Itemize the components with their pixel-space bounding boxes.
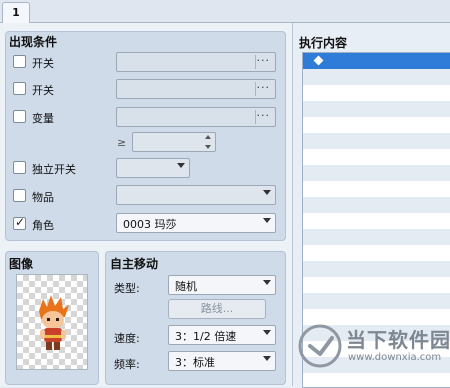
frequency-value: 3：标准 (175, 356, 215, 369)
speed-value: 3：1/2 倍速 (175, 330, 237, 343)
movement-type-select[interactable]: 随机 (168, 275, 276, 295)
diamond-icon (313, 55, 324, 66)
list-item[interactable] (303, 277, 450, 293)
switch1-selector[interactable]: ··· (116, 52, 276, 72)
spin-down-icon[interactable] (205, 145, 211, 149)
chevron-down-icon (263, 218, 271, 223)
tab-1[interactable]: 1 (2, 2, 30, 23)
list-item[interactable] (303, 261, 450, 277)
frequency-select[interactable]: 3：标准 (168, 351, 276, 371)
actor-select[interactable]: 0003 玛莎 (116, 213, 276, 233)
list-item[interactable] (303, 293, 450, 309)
list-item[interactable] (303, 229, 450, 245)
item-checkbox[interactable] (13, 189, 26, 202)
self-switch-select[interactable] (116, 158, 190, 178)
actor-select-value: 0003 玛莎 (123, 218, 177, 231)
list-item[interactable] (303, 213, 450, 229)
list-item[interactable] (303, 197, 450, 213)
list-item[interactable] (303, 133, 450, 149)
variable-checkbox[interactable] (13, 110, 26, 123)
self-switch-label: 独立开关 (32, 163, 76, 176)
character-sprite (39, 295, 69, 350)
chevron-down-icon (263, 330, 271, 335)
downxia-logo-icon (298, 324, 342, 368)
appearance-conditions-title: 出现条件 (9, 35, 58, 49)
chevron-down-icon (263, 280, 271, 285)
list-item[interactable] (303, 85, 450, 101)
switch2-checkbox[interactable] (13, 82, 26, 95)
movement-type-label: 类型: (114, 282, 140, 295)
switch1-label: 开关 (32, 57, 54, 70)
list-item[interactable] (303, 149, 450, 165)
movement-type-value: 随机 (175, 280, 197, 293)
speed-label: 速度: (114, 332, 140, 345)
speed-select[interactable]: 3：1/2 倍速 (168, 325, 276, 345)
chevron-down-icon (177, 163, 185, 168)
character-image-preview[interactable] (16, 274, 88, 370)
item-label: 物品 (32, 191, 54, 204)
greater-equal-symbol: ≥ (117, 136, 127, 149)
list-item[interactable] (303, 165, 450, 181)
execution-title: 执行内容 (299, 36, 348, 50)
ellipsis-icon: ··· (256, 81, 270, 94)
execution-row-selected[interactable] (303, 53, 450, 69)
ellipsis-icon: ··· (256, 54, 270, 67)
self-switch-checkbox[interactable] (13, 161, 26, 174)
tab-strip (0, 0, 450, 23)
list-item[interactable] (303, 69, 450, 85)
actor-checkbox[interactable] (13, 215, 26, 230)
chevron-down-icon (263, 190, 271, 195)
switch1-checkbox[interactable] (13, 55, 26, 68)
list-item[interactable] (303, 117, 450, 133)
watermark: 当下软件园 www.downxia.com (298, 318, 450, 374)
autonomous-movement-title: 自主移动 (110, 257, 159, 271)
watermark-url: www.downxia.com (348, 352, 442, 363)
switch2-label: 开关 (32, 84, 54, 97)
variable-label: 变量 (32, 112, 54, 125)
list-item[interactable] (303, 101, 450, 117)
ellipsis-icon: ··· (256, 109, 270, 122)
list-item[interactable] (303, 245, 450, 261)
list-item[interactable] (303, 181, 450, 197)
item-select[interactable] (116, 185, 276, 205)
frequency-label: 频率: (114, 358, 140, 371)
chevron-down-icon (263, 356, 271, 361)
variable-value-spinner[interactable] (132, 132, 216, 152)
variable-selector[interactable]: ··· (116, 107, 276, 127)
image-group-title: 图像 (9, 257, 34, 271)
route-button[interactable]: 路线... (168, 299, 266, 319)
actor-label: 角色 (32, 219, 54, 232)
switch2-selector[interactable]: ··· (116, 79, 276, 99)
watermark-brand: 当下软件园 (346, 328, 450, 352)
spin-up-icon[interactable] (205, 135, 211, 139)
